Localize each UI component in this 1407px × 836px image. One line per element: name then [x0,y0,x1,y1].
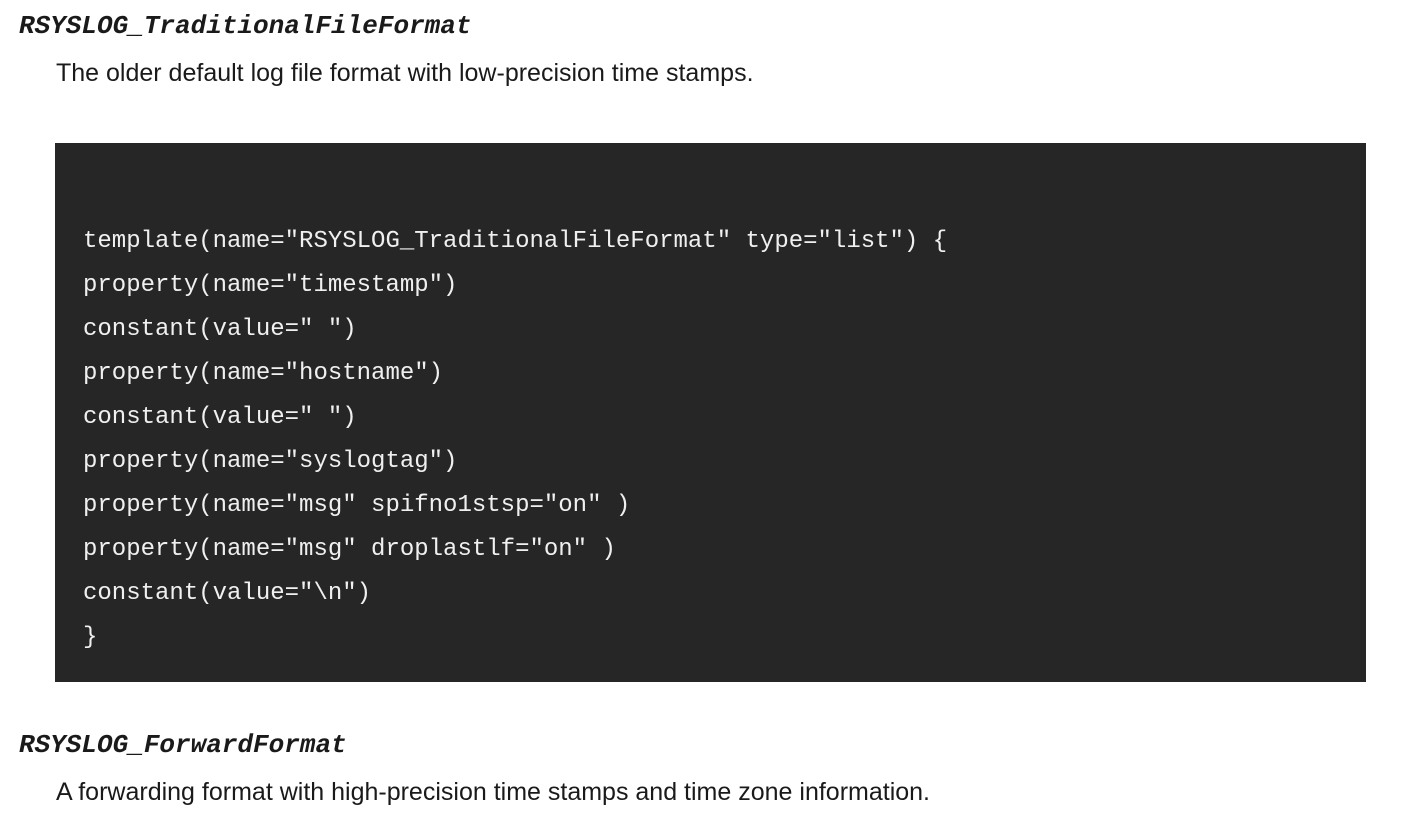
term-forward-format: RSYSLOG_ForwardFormat [19,730,347,760]
code-block-traditional-file-format: template(name="RSYSLOG_TraditionalFileFo… [55,143,1366,682]
code-line: constant(value=" ") [83,404,357,431]
code-line: template(name="RSYSLOG_TraditionalFileFo… [83,228,948,255]
description-traditional-file-format: The older default log file format with l… [56,59,754,87]
code-line: property(name="syslogtag") [83,448,458,475]
code-line: constant(value="\n") [83,580,372,607]
code-line: property(name="timestamp") [83,272,458,299]
code-line: property(name="msg" droplastlf="on" ) [83,536,616,563]
term-traditional-file-format: RSYSLOG_TraditionalFileFormat [19,11,472,41]
code-line: property(name="hostname") [83,360,444,387]
code-line: } [83,624,98,651]
code-line: constant(value=" ") [83,316,357,343]
description-forward-format: A forwarding format with high-precision … [56,778,930,806]
code-line: property(name="msg" spifno1stsp="on" ) [83,492,631,519]
